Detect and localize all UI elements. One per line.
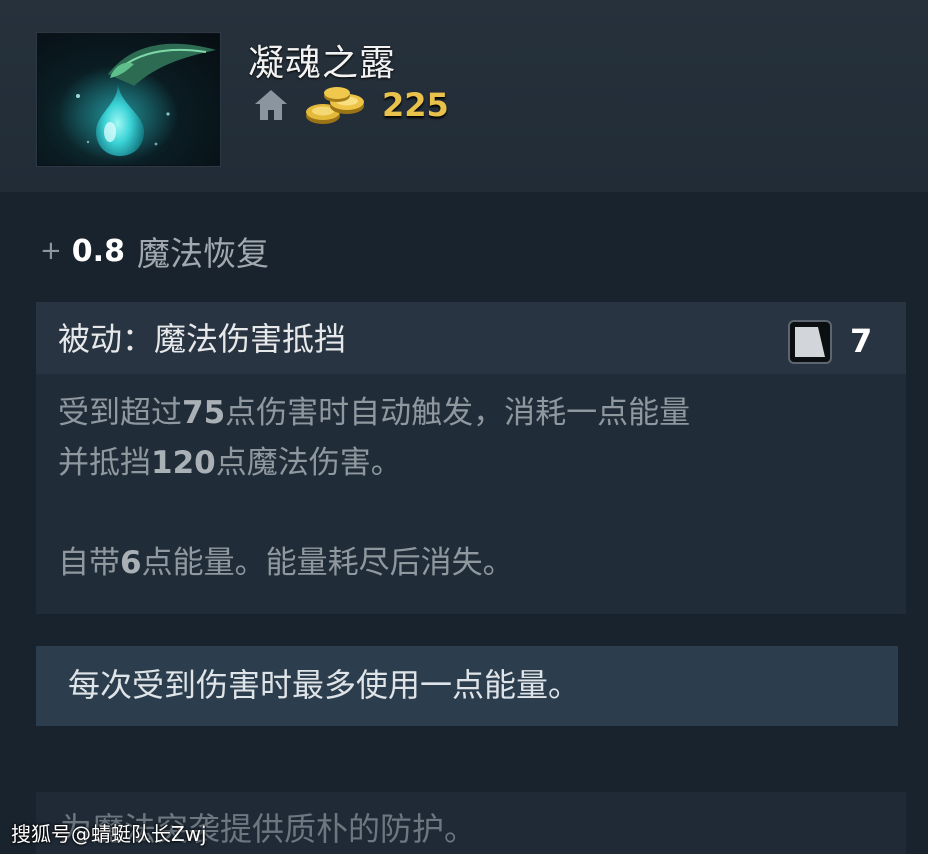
ability-description: 受到超过75点伤害时自动触发，消耗一点能量 并抵挡120点魔法伤害。 自带6点能… — [58, 388, 888, 588]
desc-number: 120 — [151, 445, 216, 481]
desc-number: 6 — [120, 545, 142, 581]
cooldown-value: 7 — [850, 322, 873, 360]
ability-title: 被动：魔法伤害抵挡 — [58, 320, 347, 358]
desc-line: 自带6点能量。能量耗尽后消失。 — [58, 538, 888, 588]
desc-spacer — [58, 488, 888, 538]
desc-text: 受到超过 — [58, 395, 182, 431]
desc-text: 自带 — [58, 545, 120, 581]
item-header: 凝魂之露 225 — [0, 0, 928, 192]
infused-raindrop-icon — [58, 43, 216, 162]
stat-plus: + — [40, 236, 62, 266]
watermark: 搜狐号@蜻蜓队长Zwj — [11, 822, 207, 846]
desc-line: 受到超过75点伤害时自动触发，消耗一点能量 — [58, 388, 888, 438]
cooldown-icon — [788, 320, 832, 364]
gold-coins-icon — [306, 87, 364, 124]
desc-line: 并抵挡120点魔法伤害。 — [58, 438, 888, 488]
stat-row: + 0.8 魔法恢复 — [40, 226, 269, 276]
note-panel: 每次受到伤害时最多使用一点能量。 — [36, 646, 898, 726]
note-text: 每次受到伤害时最多使用一点能量。 — [68, 666, 581, 704]
desc-text: 并抵挡 — [58, 445, 151, 481]
item-cost: 225 — [382, 86, 449, 124]
desc-text: 点能量。能量耗尽后消失。 — [141, 545, 514, 581]
item-name: 凝魂之露 — [248, 43, 397, 84]
desc-text: 点伤害时自动触发，消耗一点能量 — [225, 395, 691, 431]
home-icon — [255, 90, 287, 120]
stat-name: 魔法恢复 — [136, 234, 269, 273]
ability-header: 被动：魔法伤害抵挡 7 — [36, 302, 906, 374]
ability-panel: 被动：魔法伤害抵挡 7 受到超过75点伤害时自动触发，消耗一点能量 并抵挡120… — [36, 302, 906, 614]
item-image — [37, 33, 220, 166]
stat-value: 0.8 — [71, 233, 125, 269]
desc-number: 75 — [182, 395, 226, 431]
desc-text: 点魔法伤害。 — [215, 445, 402, 481]
